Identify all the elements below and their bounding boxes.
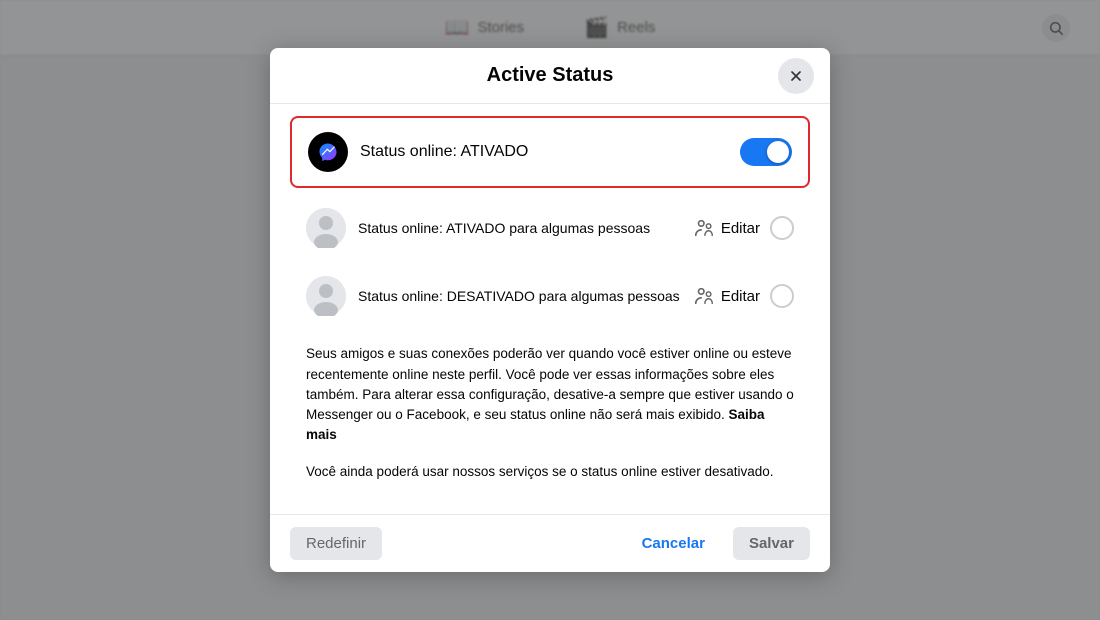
- close-button[interactable]: [778, 58, 814, 94]
- edit-link-2[interactable]: Editar: [721, 288, 760, 305]
- status-main-toggle[interactable]: [740, 138, 792, 166]
- people-edit-icon-1: [693, 217, 715, 239]
- status-row-2: Status online: DESATIVADO para algumas p…: [290, 264, 810, 328]
- status-main-row: Status online: ATIVADO: [290, 116, 810, 188]
- status-row1-label: Status online: ATIVADO para algumas pess…: [358, 220, 693, 236]
- reset-button[interactable]: Redefinir: [290, 527, 382, 560]
- status-main-label: Status online: ATIVADO: [360, 143, 740, 161]
- edit-area-2: Editar: [693, 285, 760, 307]
- footer-right: Cancelar Salvar: [626, 527, 810, 560]
- active-status-modal: Active Status: [270, 48, 830, 572]
- person-icon-2: [306, 276, 346, 316]
- cancel-button[interactable]: Cancelar: [626, 527, 721, 560]
- person-icon-1: [306, 208, 346, 248]
- toggle-track[interactable]: [740, 138, 792, 166]
- save-button[interactable]: Salvar: [733, 527, 810, 560]
- status-row2-label: Status online: DESATIVADO para algumas p…: [358, 288, 693, 304]
- modal-header: Active Status: [270, 48, 830, 104]
- description-main: Seus amigos e suas conexões poderão ver …: [290, 332, 810, 453]
- radio-btn-2[interactable]: [770, 284, 794, 308]
- modal-body: Status online: ATIVADO Status online: AT…: [270, 104, 830, 514]
- people-edit-icon-2: [693, 285, 715, 307]
- modal-title: Active Status: [487, 64, 614, 87]
- description-secondary: Você ainda poderá usar nossos serviços s…: [290, 454, 810, 498]
- edit-link-1[interactable]: Editar: [721, 220, 760, 237]
- modal-footer: Redefinir Cancelar Salvar: [270, 514, 830, 572]
- messenger-icon: [308, 132, 348, 172]
- status-row-1: Status online: ATIVADO para algumas pess…: [290, 196, 810, 260]
- edit-area-1: Editar: [693, 217, 760, 239]
- radio-btn-1[interactable]: [770, 216, 794, 240]
- toggle-thumb: [767, 141, 789, 163]
